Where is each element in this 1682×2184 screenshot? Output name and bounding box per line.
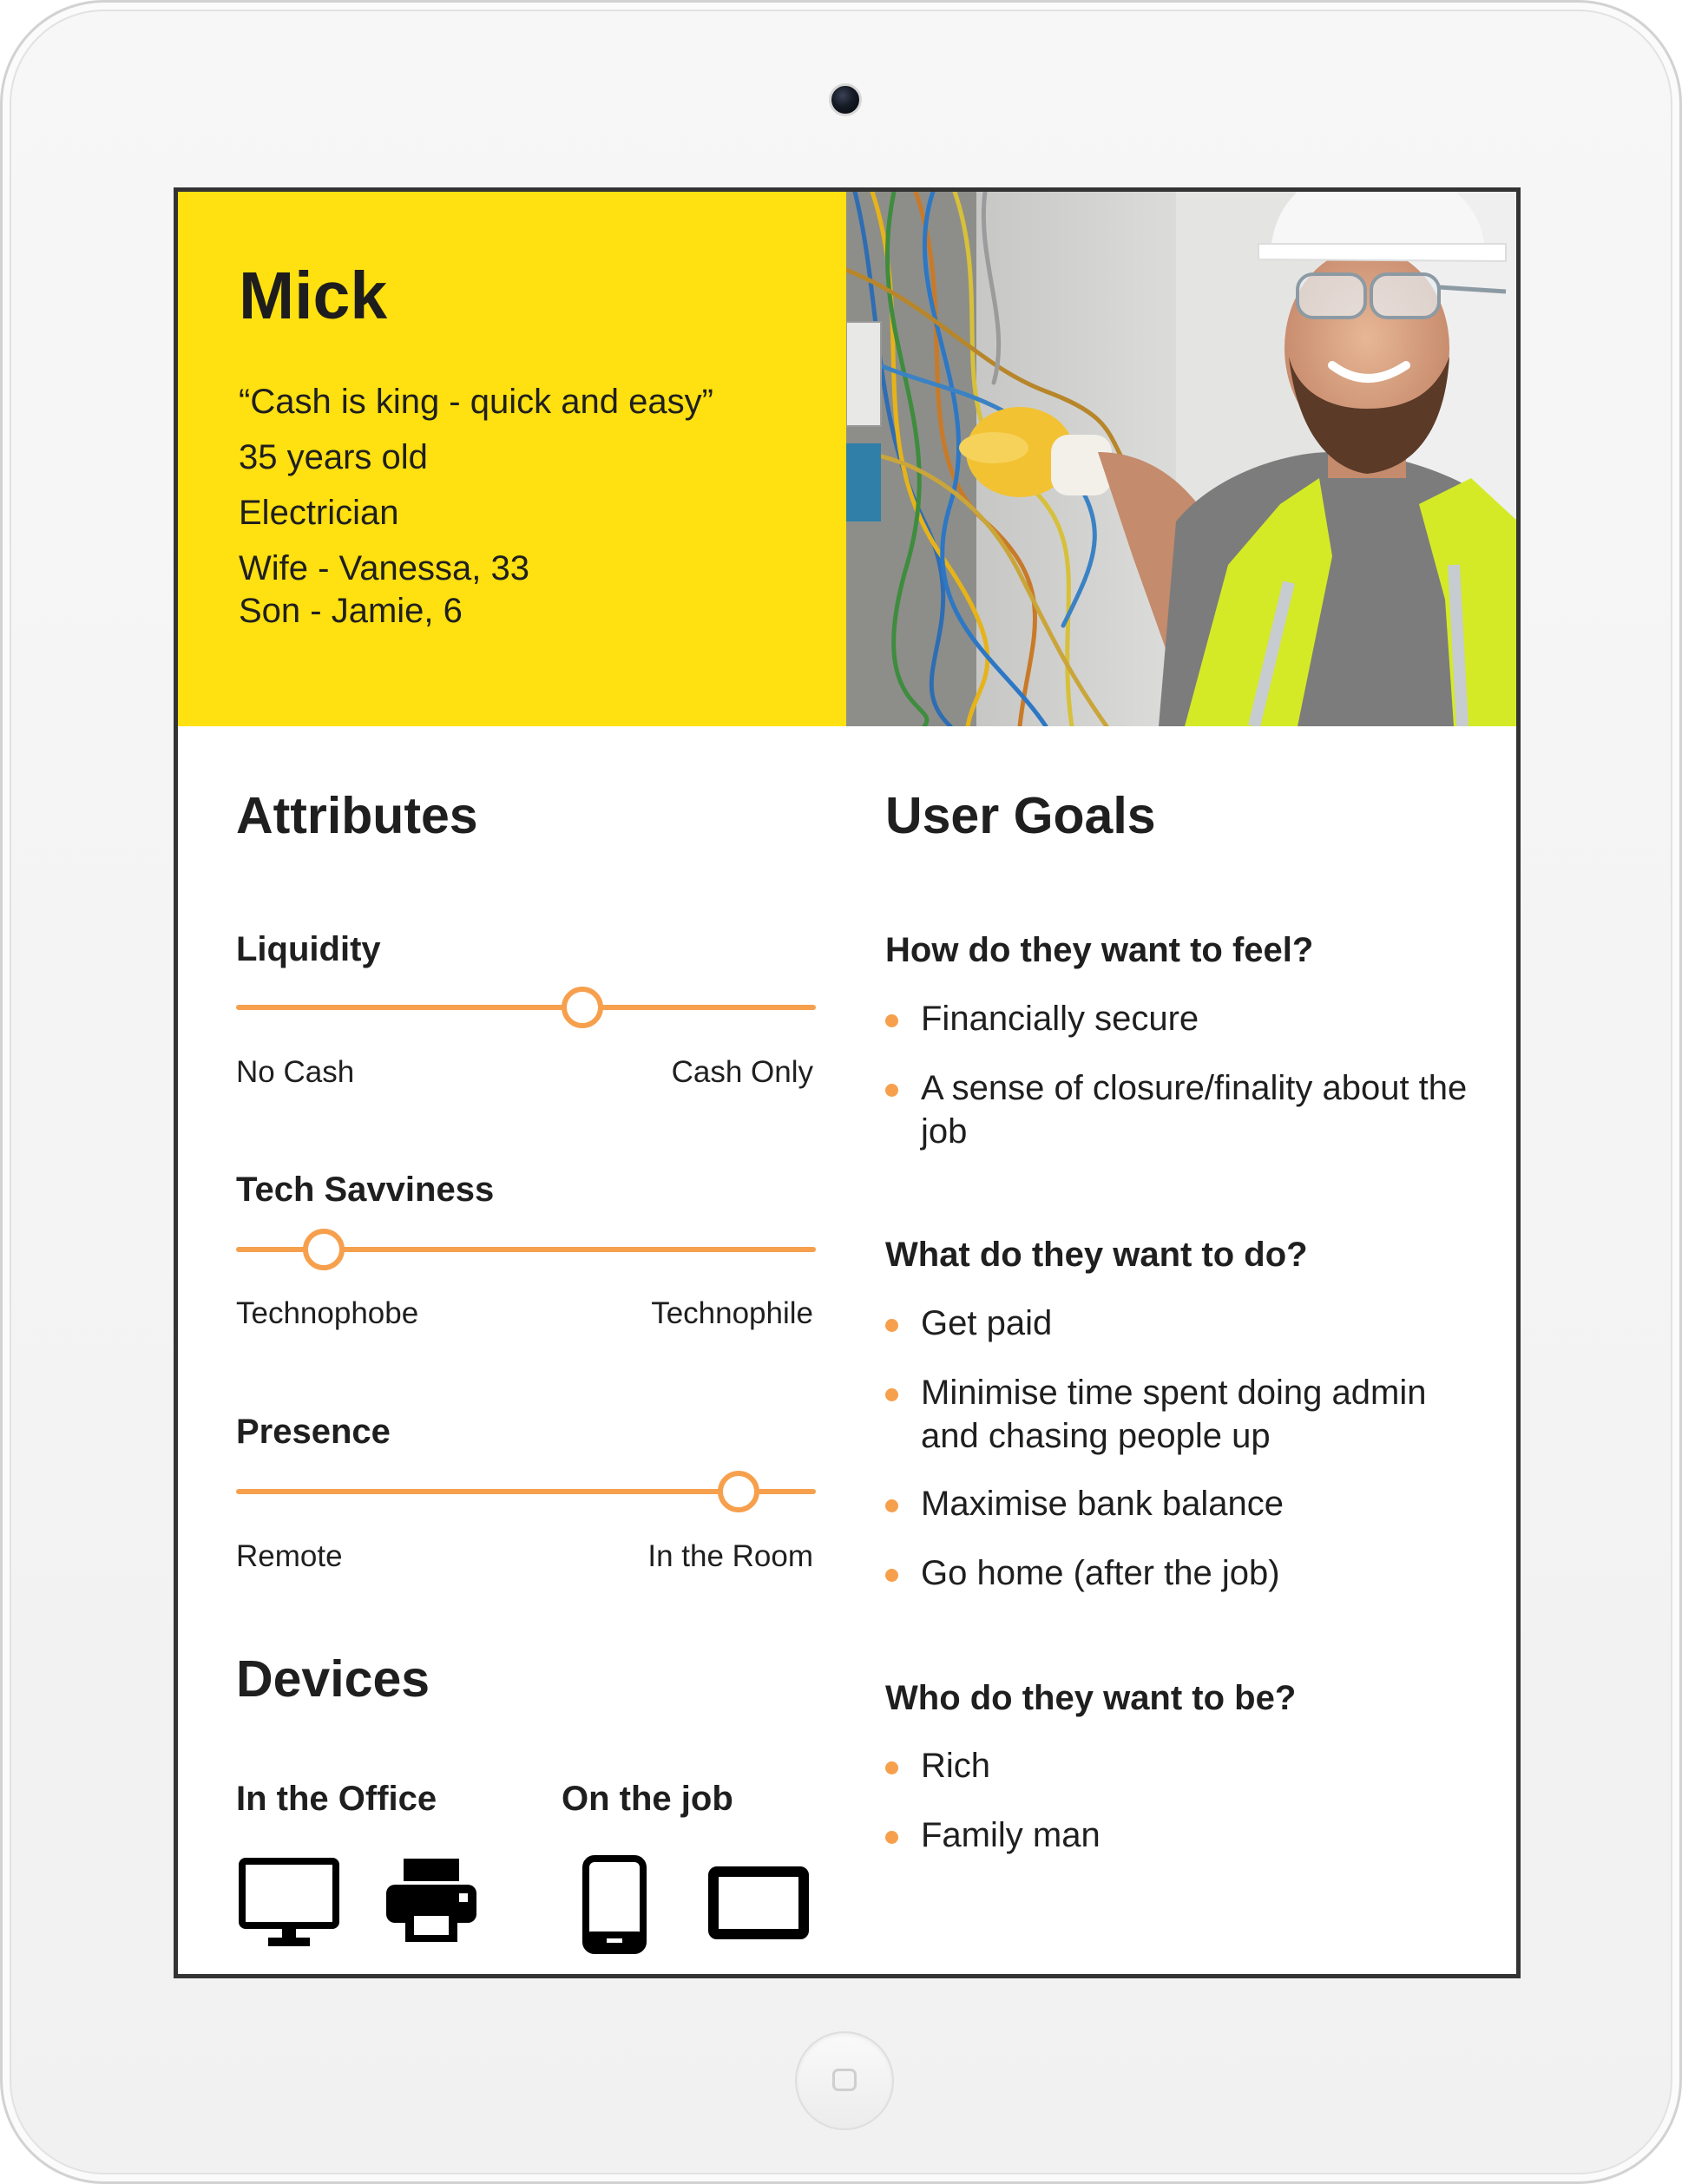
- goal-item: Get paid: [885, 1302, 1493, 1345]
- devices-office-label: In the Office: [236, 1780, 437, 1818]
- attribute-label-presence: Presence: [236, 1413, 391, 1451]
- presence-slider-knob[interactable]: [718, 1471, 759, 1512]
- goal-item: Financially secure: [885, 997, 1493, 1040]
- tablet-icon: [708, 1866, 809, 1939]
- printer-icon: [386, 1859, 476, 1942]
- devices-title: Devices: [236, 1650, 430, 1708]
- goal-item: Rich: [885, 1744, 1493, 1787]
- persona-name: Mick: [239, 259, 388, 333]
- persona-family-wife: Wife - Vanessa, 33: [239, 549, 529, 587]
- goal-question-feel: How do they want to feel?: [885, 931, 1314, 969]
- home-square-icon: [832, 2069, 857, 2091]
- bullet-icon: [885, 1388, 898, 1401]
- tech-savviness-slider-knob[interactable]: [303, 1229, 345, 1270]
- bullet-icon: [885, 1014, 898, 1027]
- goal-question-be: Who do they want to be?: [885, 1679, 1297, 1717]
- persona-family-son: Son - Jamie, 6: [239, 592, 463, 630]
- goal-item: Family man: [885, 1813, 1493, 1857]
- user-goals-title: User Goals: [885, 787, 1156, 844]
- bullet-icon: [885, 1569, 898, 1582]
- attribute-label-liquidity: Liquidity: [236, 930, 381, 968]
- goal-item: Maximise bank balance: [885, 1482, 1493, 1525]
- tablet-frame: Mick “Cash is king - quick and easy” 35 …: [0, 0, 1682, 2184]
- goal-question-do: What do they want to do?: [885, 1236, 1308, 1274]
- goal-item: A sense of closure/finality about the jo…: [885, 1066, 1493, 1153]
- desktop-monitor-icon: [239, 1858, 339, 1946]
- devices-on-job-label: On the job: [562, 1780, 733, 1818]
- presence-max-label: In the Room: [647, 1539, 813, 1573]
- liquidity-max-label: Cash Only: [671, 1055, 813, 1089]
- camera-icon: [829, 83, 862, 116]
- persona-screen: Mick “Cash is king - quick and easy” 35 …: [174, 187, 1521, 1978]
- attributes-title: Attributes: [236, 787, 478, 844]
- bullet-icon: [885, 1761, 898, 1774]
- bullet-icon: [885, 1499, 898, 1512]
- persona-age: 35 years old: [239, 438, 428, 476]
- home-button[interactable]: [795, 2031, 894, 2130]
- electrician-photo: [846, 192, 1516, 726]
- tech-savviness-min-label: Technophobe: [236, 1296, 419, 1330]
- goal-item: Minimise time spent doing admin and chas…: [885, 1371, 1493, 1458]
- bullet-icon: [885, 1831, 898, 1844]
- presence-min-label: Remote: [236, 1539, 343, 1573]
- attribute-label-tech-savviness: Tech Savviness: [236, 1171, 495, 1209]
- liquidity-min-label: No Cash: [236, 1055, 355, 1089]
- persona-job: Electrician: [239, 494, 399, 532]
- persona-header: Mick “Cash is king - quick and easy” 35 …: [178, 192, 846, 726]
- bullet-icon: [885, 1084, 898, 1097]
- persona-quote: “Cash is king - quick and easy”: [239, 383, 713, 421]
- bullet-icon: [885, 1319, 898, 1332]
- smartphone-icon: [582, 1855, 647, 1954]
- liquidity-slider-knob[interactable]: [562, 987, 603, 1028]
- liquidity-slider-track[interactable]: [236, 1005, 816, 1010]
- goal-item: Go home (after the job): [885, 1551, 1493, 1595]
- tech-savviness-max-label: Technophile: [651, 1296, 813, 1330]
